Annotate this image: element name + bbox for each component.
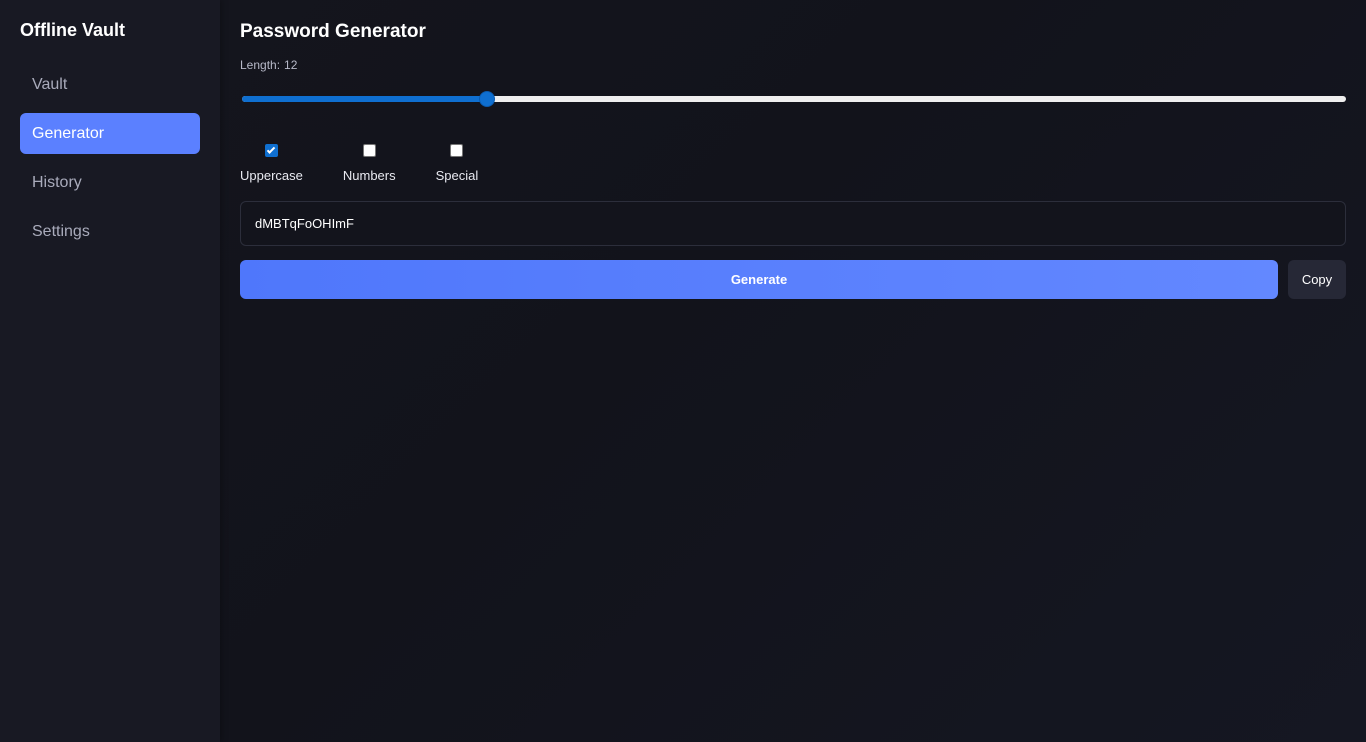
password-output-field[interactable] [240,201,1346,246]
length-value: 12 [284,58,298,72]
generate-button[interactable]: Generate [240,260,1278,299]
length-label-text: Length: [240,58,281,72]
options-group: Uppercase Numbers Special [240,137,1346,187]
action-bar: Generate Copy [240,260,1346,299]
length-label: Length: 12 [240,58,1346,72]
option-numbers: Numbers [343,137,396,187]
uppercase-label: Uppercase [240,168,303,183]
sidebar-item-generator[interactable]: Generator [20,113,200,154]
numbers-label: Numbers [342,168,396,183]
option-uppercase: Uppercase [240,137,303,187]
slider-fill [242,96,488,102]
generator-panel: Password Generator Length: 12 Uppercase … [220,0,1366,742]
page-title: Password Generator [240,21,426,42]
check-icon [267,144,276,154]
sidebar-item-vault[interactable]: Vault [20,64,200,105]
length-slider[interactable] [240,83,1346,113]
sidebar-item-history[interactable]: History [20,162,200,203]
copy-button[interactable]: Copy [1288,260,1346,299]
app-title: Offline Vault [20,20,126,40]
sidebar: Offline Vault Vault Generator History Se… [0,0,220,742]
numbers-checkbox[interactable] [362,144,376,157]
app-window: Offline Vault Vault Generator History Se… [0,0,1366,742]
uppercase-checkbox[interactable] [264,144,278,157]
special-label: Special [435,168,479,183]
slider-track[interactable] [242,96,1346,102]
sidebar-nav: Vault Generator History Settings [20,64,200,252]
option-special: Special [435,137,479,187]
slider-thumb[interactable] [480,92,495,106]
sidebar-item-settings[interactable]: Settings [20,211,200,252]
special-checkbox[interactable] [450,144,464,157]
